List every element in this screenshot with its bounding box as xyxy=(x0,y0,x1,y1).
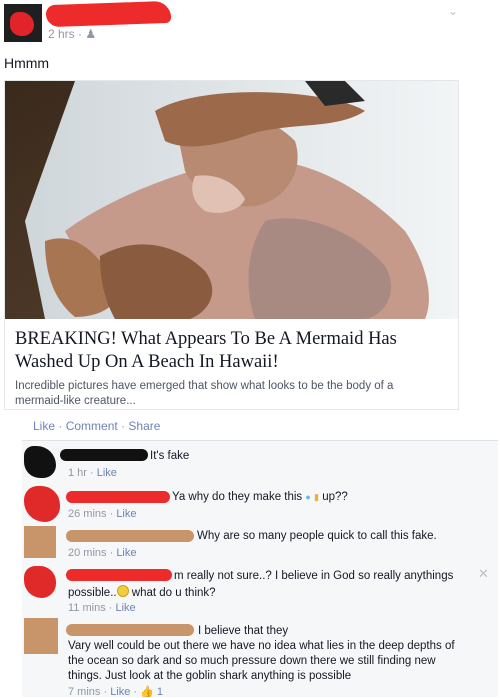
comment-time[interactable]: 7 mins xyxy=(68,686,100,698)
comment-time[interactable]: 20 mins xyxy=(68,547,107,559)
like-link[interactable]: Like xyxy=(33,419,55,433)
comment-text: Why are so many people quick to call thi… xyxy=(197,530,437,542)
preview-image[interactable] xyxy=(5,81,458,319)
comment-like-link[interactable]: Like xyxy=(110,686,130,698)
close-icon[interactable]: ✕ xyxy=(478,566,489,582)
comment-text: the ocean so dark and so much pressure d… xyxy=(68,655,436,667)
comment-like-link[interactable]: Like xyxy=(116,547,136,559)
comment-text: Vary well could be out there we have no … xyxy=(68,640,455,652)
mermaid-photo xyxy=(5,81,458,319)
emoji-icon: ▮ xyxy=(314,492,319,502)
poster-avatar[interactable] xyxy=(4,4,42,42)
comment-text: It's fake xyxy=(150,450,190,462)
post-status-text: Hmmm xyxy=(4,55,50,71)
share-link[interactable]: Share xyxy=(128,419,160,433)
comment-avatar[interactable] xyxy=(24,526,56,558)
emoji-icon: ● xyxy=(305,492,311,502)
comment-text: things. Just look at the goblin shark an… xyxy=(68,670,352,682)
smile-emoji-icon xyxy=(116,585,129,597)
commenter-name-redacted xyxy=(66,491,170,503)
post-actions: Like · Comment · Share xyxy=(33,419,161,433)
friends-icon: ♟ xyxy=(85,27,97,41)
link-preview-card[interactable]: BREAKING! What Appears To Be A Mermaid H… xyxy=(4,80,459,410)
comment-time[interactable]: 1 hr xyxy=(68,467,87,479)
comment-like-link[interactable]: Like xyxy=(115,602,135,614)
post-time[interactable]: 2 hrs xyxy=(48,27,75,41)
comment-avatar[interactable] xyxy=(24,566,56,598)
chevron-down-icon[interactable]: ⌄ xyxy=(448,4,458,18)
comment-avatar[interactable] xyxy=(24,618,58,654)
poster-name-redacted xyxy=(45,0,172,28)
commenter-name-redacted xyxy=(60,449,148,461)
comment-meta: 20 mins · Like xyxy=(68,547,137,559)
comment-meta: 11 mins · Like xyxy=(68,602,136,614)
comment-like-link[interactable]: Like xyxy=(97,467,117,479)
comment-meta: 1 hr · Like xyxy=(68,467,117,479)
thumbs-up-icon: 👍 xyxy=(140,686,154,698)
comment-time[interactable]: 26 mins xyxy=(68,508,107,520)
commenter-name-redacted xyxy=(66,624,194,636)
preview-summary: Incredible pictures have emerged that sh… xyxy=(15,380,394,407)
comment-meta: 26 mins · Like xyxy=(68,508,137,520)
commenter-name-redacted xyxy=(66,530,194,542)
comment-text: possible.. what do u think? xyxy=(68,585,216,599)
comment-time[interactable]: 11 mins xyxy=(68,602,106,614)
comment-text: Ya why do they make this ● ▮ up?? xyxy=(172,491,348,503)
like-count[interactable]: 1 xyxy=(157,686,163,698)
comment-like-link[interactable]: Like xyxy=(116,508,136,520)
preview-headline[interactable]: BREAKING! What Appears To Be A Mermaid H… xyxy=(15,328,450,374)
post-timestamp[interactable]: 2 hrs · ♟ xyxy=(48,27,96,41)
commenter-name-redacted xyxy=(66,569,172,581)
comment-link[interactable]: Comment xyxy=(66,419,118,433)
comment-meta: 7 mins · Like · 👍 1 xyxy=(68,686,164,698)
comment-text: I believe that they xyxy=(198,625,289,637)
comment-text: m really not sure..? I believe in God so… xyxy=(174,570,454,582)
